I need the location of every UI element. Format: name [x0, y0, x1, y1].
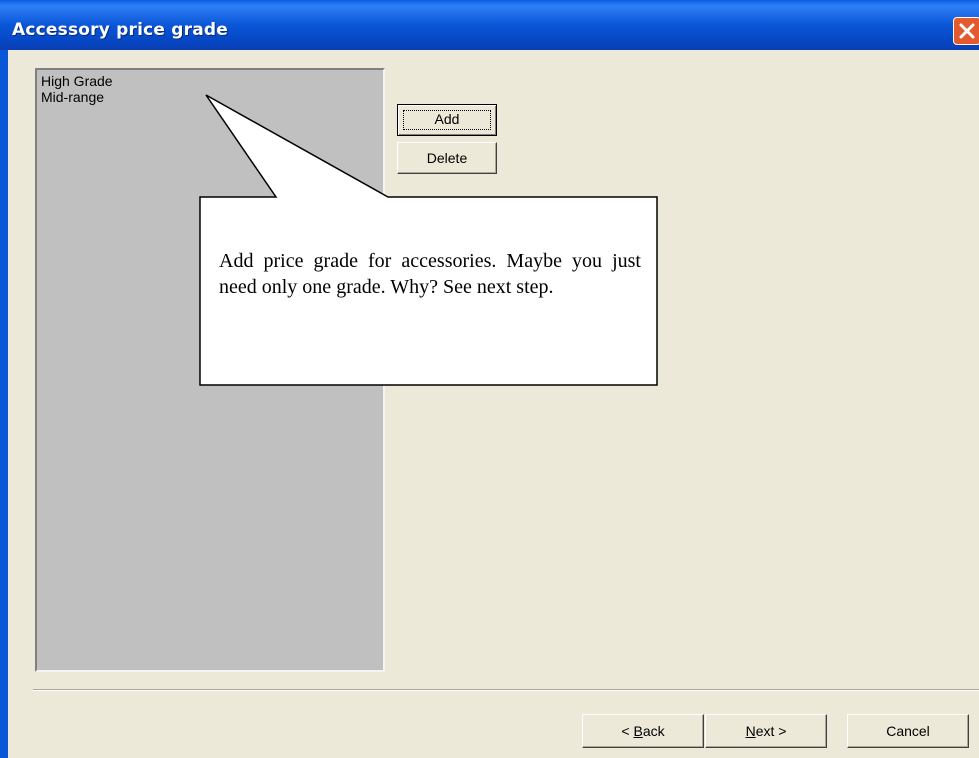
callout-balloon [199, 94, 658, 386]
back-button-prefix: < [621, 723, 634, 739]
next-button[interactable]: Next > [705, 714, 827, 748]
callout-text: Add price grade for accessories. Maybe y… [219, 250, 641, 298]
back-button-rest: ack [642, 723, 665, 739]
next-button-mnemonic: N [745, 723, 756, 739]
next-button-rest: ext > [755, 723, 787, 739]
separator-line [33, 689, 979, 691]
back-button-mnemonic: B [633, 723, 643, 739]
cancel-button-label: Cancel [886, 723, 930, 739]
cancel-button[interactable]: Cancel [847, 714, 969, 748]
back-button[interactable]: < Back [582, 714, 704, 748]
